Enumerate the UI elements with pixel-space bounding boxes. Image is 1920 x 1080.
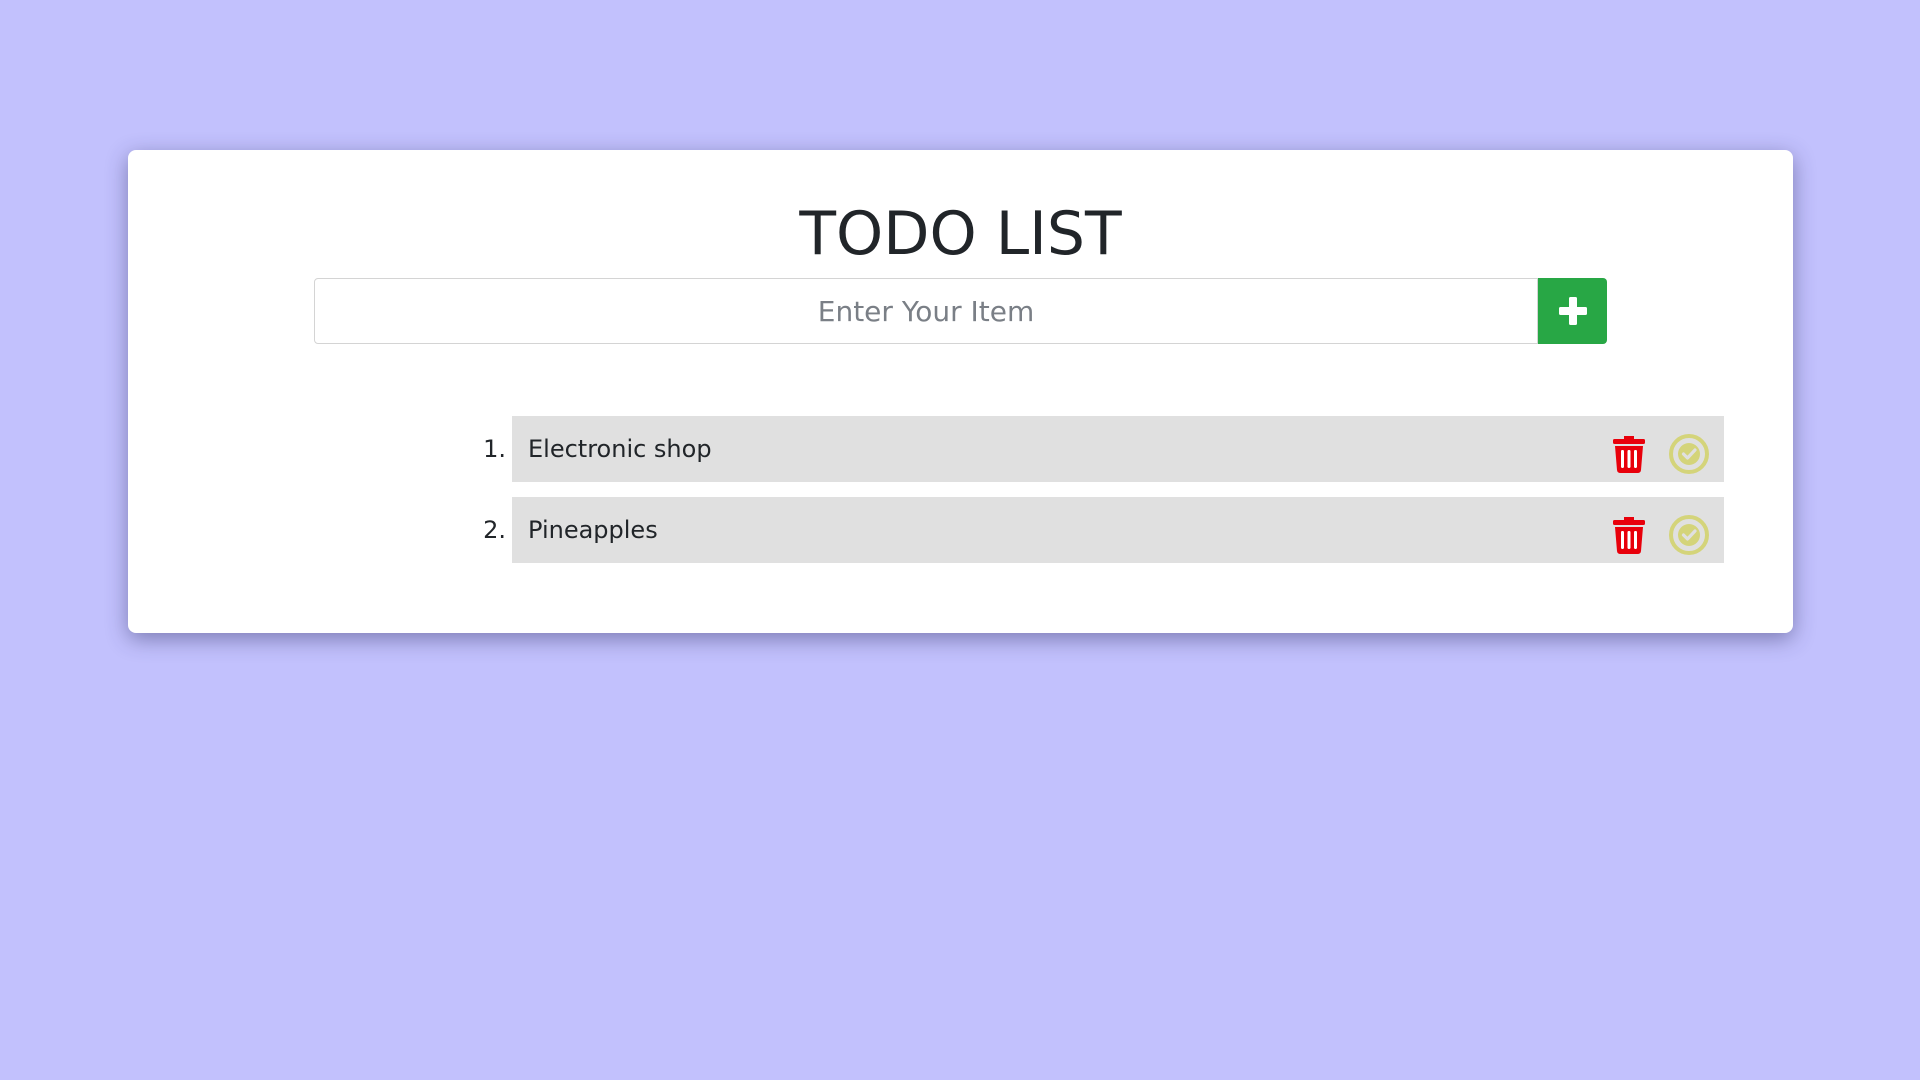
- item-text: Electronic shop: [528, 435, 712, 463]
- trash-icon[interactable]: [1611, 515, 1647, 555]
- item-number: 2.: [483, 516, 506, 544]
- trash-icon[interactable]: [1611, 434, 1647, 474]
- list-item: 1. Electronic shop: [384, 416, 1724, 482]
- todo-card: TODO LIST 1. Electronic shop: [128, 150, 1793, 633]
- item-input[interactable]: [314, 278, 1538, 344]
- list-item: 2. Pineapples: [384, 497, 1724, 563]
- item-number: 1.: [483, 435, 506, 463]
- check-circle-icon[interactable]: [1668, 514, 1710, 556]
- plus-icon: [1558, 297, 1587, 325]
- add-item-button[interactable]: [1538, 278, 1607, 344]
- item-bar: Pineapples: [512, 497, 1724, 563]
- todo-list: 1. Electronic shop 2. Pineapples: [384, 416, 1724, 578]
- check-circle-icon[interactable]: [1668, 433, 1710, 475]
- item-bar: Electronic shop: [512, 416, 1724, 482]
- item-text: Pineapples: [528, 516, 658, 544]
- add-item-form: [314, 278, 1607, 344]
- page-title: TODO LIST: [799, 199, 1122, 269]
